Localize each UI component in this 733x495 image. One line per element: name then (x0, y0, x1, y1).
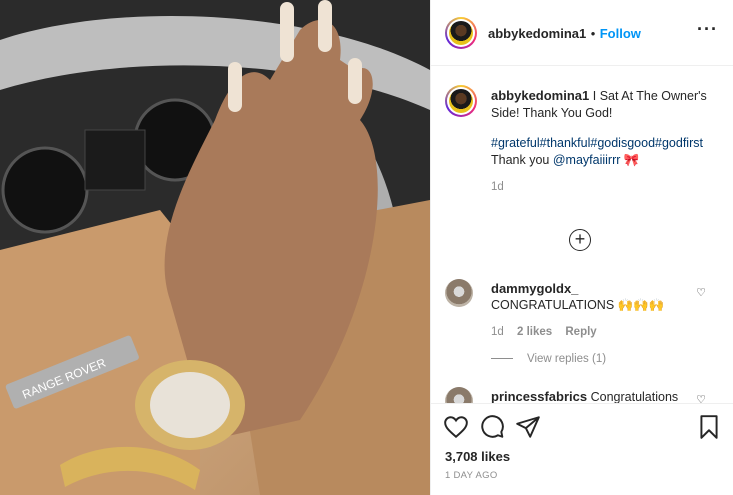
caption-age: 1d (491, 181, 504, 193)
bookmark-icon[interactable] (696, 414, 722, 440)
view-replies-button[interactable]: View replies (1) (491, 353, 606, 365)
caption-avatar[interactable] (445, 85, 477, 117)
caption-emoji: 🎀 (623, 153, 640, 167)
caption-mention[interactable]: @mayfaiiirrr (553, 153, 621, 167)
reply-button[interactable]: Reply (565, 326, 596, 338)
author-avatar[interactable] (445, 17, 477, 49)
comment-username[interactable]: dammygoldx_ (491, 280, 691, 297)
comment-text: CONGRATULATIONS 🙌🙌🙌 (491, 298, 665, 312)
comment-username[interactable]: princessfabrics (491, 389, 587, 403)
caption-hashtags[interactable]: #grateful#thankful#godisgood#godfirst (491, 135, 716, 152)
plus-circle-icon[interactable]: + (569, 229, 591, 251)
post-image[interactable]: RANGE ROVER (0, 0, 430, 495)
comment-icon[interactable] (479, 414, 505, 440)
comment-like-heart-icon[interactable]: ♡ (696, 286, 706, 299)
author-username[interactable]: abbykedomina1 (488, 26, 586, 41)
post-side-panel: abbykedomina1 • Follow ··· abbykedomina1… (430, 0, 733, 495)
more-options-icon[interactable]: ··· (697, 20, 718, 38)
commenter-avatar[interactable] (445, 387, 473, 403)
post-time: 1 DAY AGO (445, 470, 498, 481)
caption-thanks: Thank you (491, 153, 550, 167)
follow-button[interactable]: Follow (600, 26, 641, 41)
post-photo-illustration: RANGE ROVER (0, 0, 430, 495)
comment-item: princessfabrics Congratulations (491, 388, 691, 403)
comments-section[interactable]: abbykedomina1 I Sat At The Owner's Side!… (431, 67, 733, 403)
commenter-avatar[interactable] (445, 279, 473, 307)
comment-text: Congratulations (590, 390, 679, 403)
separator-dot: • (590, 26, 596, 41)
post-actions: 3,708 likes 1 DAY AGO (431, 403, 733, 495)
caption-username[interactable]: abbykedomina1 (491, 88, 589, 103)
share-icon[interactable] (515, 414, 541, 440)
comment-age: 1d (491, 326, 504, 338)
caption: abbykedomina1 I Sat At The Owner's Side!… (491, 87, 716, 196)
comment-item: dammygoldx_ CONGRATULATIONS 🙌🙌🙌 1d 2 lik… (491, 280, 691, 341)
likes-count[interactable]: 3,708 likes (445, 449, 510, 464)
heart-icon[interactable] (443, 414, 469, 440)
post-header: abbykedomina1 • Follow ··· (431, 0, 733, 66)
comment-like-heart-icon[interactable]: ♡ (696, 393, 706, 403)
comment-likes[interactable]: 2 likes (517, 326, 552, 338)
